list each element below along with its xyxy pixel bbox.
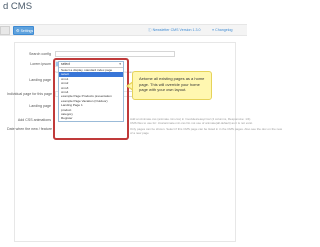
form-label: Landing page	[29, 78, 51, 82]
form-label: Landing page	[29, 104, 51, 108]
info-icon: ⓘ	[148, 28, 152, 32]
version-link[interactable]: ⓘNewsletter CMS Version 1.3.0	[148, 27, 201, 33]
form-label: Lorem ipsum	[30, 62, 51, 66]
back-button[interactable]	[0, 26, 10, 35]
dropdown-option[interactable]: Register	[59, 116, 123, 120]
field-hint: of a new page	[130, 131, 149, 135]
form-label: Date when the new / feature	[7, 127, 52, 131]
dropdown-current-value[interactable]: select ▾	[59, 62, 123, 68]
help-tooltip: Aetome all existing pages as a home page…	[132, 71, 212, 100]
gear-icon: ⚙	[16, 28, 20, 33]
search-config-input[interactable]	[55, 51, 175, 57]
settings-button[interactable]: ⚙Settings	[13, 26, 34, 35]
changelog-link-label: Changelog	[215, 28, 233, 32]
landing-page-dropdown[interactable]: select ▾ Select a display, standard inde…	[58, 61, 124, 122]
app-title: d CMS	[3, 1, 33, 12]
changelog-link[interactable]: ≡Changelog	[212, 27, 233, 33]
version-link-label: Newsletter CMS Version 1.3.0	[152, 28, 201, 32]
dropdown-current-label: select	[61, 62, 70, 66]
form-label: Search config	[29, 52, 51, 56]
list-icon: ≡	[212, 28, 215, 32]
form-label: Add CSS animations	[17, 118, 51, 122]
top-bar: d CMS	[0, 0, 247, 16]
settings-label: Settings	[20, 29, 34, 33]
toolbar: ⚙Settings ⓘNewsletter CMS Version 1.3.0 …	[0, 24, 247, 36]
field-hint: Only pages can be shown. Select if this …	[130, 127, 283, 131]
chevron-down-icon: ▾	[119, 62, 121, 66]
field-hint: CMS files to use for: /css/animate.min.c…	[130, 121, 253, 125]
tooltip-text: Aetome all existing pages as a home page…	[139, 76, 205, 92]
form-label: Individual page for this page	[7, 92, 52, 96]
